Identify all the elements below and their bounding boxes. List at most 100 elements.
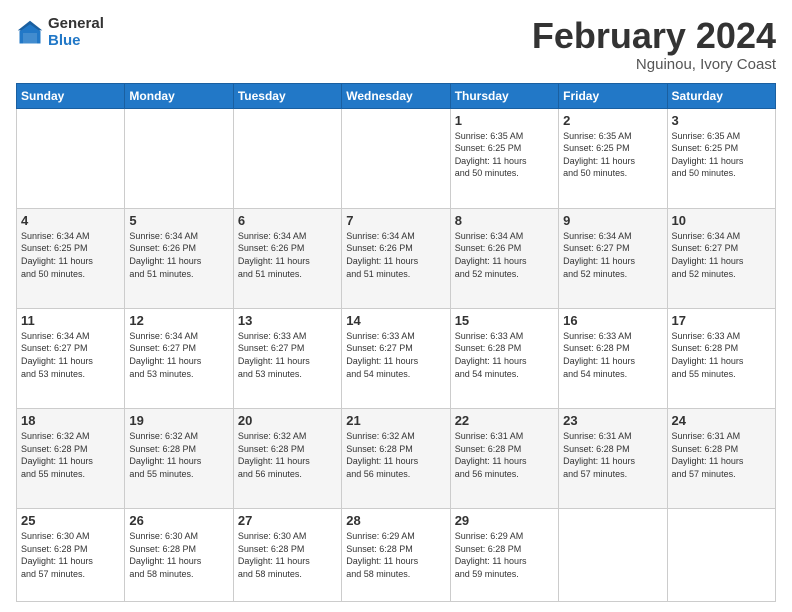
day-info: Sunrise: 6:31 AM Sunset: 6:28 PM Dayligh…	[672, 430, 771, 480]
day-number: 5	[129, 213, 228, 228]
day-info: Sunrise: 6:34 AM Sunset: 6:27 PM Dayligh…	[129, 330, 228, 380]
day-info: Sunrise: 6:33 AM Sunset: 6:27 PM Dayligh…	[238, 330, 337, 380]
day-number: 2	[563, 113, 662, 128]
calendar-cell: 11Sunrise: 6:34 AM Sunset: 6:27 PM Dayli…	[17, 308, 125, 408]
col-header-saturday: Saturday	[667, 83, 775, 108]
day-number: 27	[238, 513, 337, 528]
logo-blue: Blue	[48, 33, 104, 50]
day-info: Sunrise: 6:34 AM Sunset: 6:26 PM Dayligh…	[238, 230, 337, 280]
calendar-cell: 5 Sunrise: 6:34 AM Sunset: 6:26 PM Daylig…	[125, 208, 233, 308]
header: General Blue February 2024 Nguinou, Ivor…	[16, 16, 776, 73]
day-info: Sunrise: 6:29 AM Sunset: 6:28 PM Dayligh…	[455, 530, 554, 580]
day-info: Sunrise: 6:33 AM Sunset: 6:28 PM Dayligh…	[563, 330, 662, 380]
day-info: Sunrise: 6:34 AM Sunset: 6:27 PM Dayligh…	[672, 230, 771, 280]
day-number: 12	[129, 313, 228, 328]
day-number: 18	[21, 413, 120, 428]
calendar-cell: 18 Sunrise: 6:32 AM Sunset: 6:28 PM Dayli…	[17, 409, 125, 509]
day-number: 7	[346, 213, 445, 228]
day-number: 14	[346, 313, 445, 328]
calendar-cell: 24Sunrise: 6:31 AM Sunset: 6:28 PM Dayli…	[667, 409, 775, 509]
day-info: Sunrise: 6:31 AM Sunset: 6:28 PM Dayligh…	[455, 430, 554, 480]
calendar-cell: 8 Sunrise: 6:34 AM Sunset: 6:26 PM Daylig…	[450, 208, 558, 308]
logo-general: General	[48, 16, 104, 33]
calendar-row-0: 1Sunrise: 6:35 AM Sunset: 6:25 PM Daylig…	[17, 108, 776, 208]
day-info: Sunrise: 6:33 AM Sunset: 6:27 PM Dayligh…	[346, 330, 445, 380]
day-info: Sunrise: 6:34 AM Sunset: 6:26 PM Dayligh…	[455, 230, 554, 280]
calendar-table: SundayMondayTuesdayWednesdayThursdayFrid…	[16, 83, 776, 602]
calendar-cell: 29Sunrise: 6:29 AM Sunset: 6:28 PM Dayli…	[450, 509, 558, 602]
calendar-header-row: SundayMondayTuesdayWednesdayThursdayFrid…	[17, 83, 776, 108]
day-number: 21	[346, 413, 445, 428]
calendar-cell: 26Sunrise: 6:30 AM Sunset: 6:28 PM Dayli…	[125, 509, 233, 602]
day-info: Sunrise: 6:32 AM Sunset: 6:28 PM Dayligh…	[21, 430, 120, 480]
calendar-cell: 9 Sunrise: 6:34 AM Sunset: 6:27 PM Daylig…	[559, 208, 667, 308]
day-info: Sunrise: 6:34 AM Sunset: 6:25 PM Dayligh…	[21, 230, 120, 280]
logo-icon	[16, 19, 44, 47]
calendar-cell	[17, 108, 125, 208]
calendar-cell: 15 Sunrise: 6:33 AM Sunset: 6:28 PM Dayli…	[450, 308, 558, 408]
day-number: 23	[563, 413, 662, 428]
calendar-cell: 21 Sunrise: 6:32 AM Sunset: 6:28 PM Dayli…	[342, 409, 450, 509]
calendar-cell: 16 Sunrise: 6:33 AM Sunset: 6:28 PM Dayli…	[559, 308, 667, 408]
day-info: Sunrise: 6:32 AM Sunset: 6:28 PM Dayligh…	[129, 430, 228, 480]
calendar-cell: 17Sunrise: 6:33 AM Sunset: 6:28 PM Dayli…	[667, 308, 775, 408]
day-number: 9	[563, 213, 662, 228]
location: Nguinou, Ivory Coast	[532, 56, 776, 73]
calendar-cell: 23 Sunrise: 6:31 AM Sunset: 6:28 PM Dayli…	[559, 409, 667, 509]
calendar-cell: 7 Sunrise: 6:34 AM Sunset: 6:26 PM Daylig…	[342, 208, 450, 308]
day-info: Sunrise: 6:30 AM Sunset: 6:28 PM Dayligh…	[238, 530, 337, 580]
calendar-row-2: 11 Sunrise: 6:34 AM Sunset: 6:27 PM Dayli…	[17, 308, 776, 408]
day-info: Sunrise: 6:34 AM Sunset: 6:26 PM Dayligh…	[129, 230, 228, 280]
col-header-thursday: Thursday	[450, 83, 558, 108]
calendar-cell: 1Sunrise: 6:35 AM Sunset: 6:25 PM Daylig…	[450, 108, 558, 208]
day-number: 19	[129, 413, 228, 428]
day-info: Sunrise: 6:30 AM Sunset: 6:28 PM Dayligh…	[21, 530, 120, 580]
logo-text: General Blue	[48, 16, 104, 49]
month-title: February 2024	[532, 16, 776, 56]
day-number: 20	[238, 413, 337, 428]
calendar-cell: 22 Sunrise: 6:31 AM Sunset: 6:28 PM Dayli…	[450, 409, 558, 509]
day-number: 8	[455, 213, 554, 228]
day-number: 16	[563, 313, 662, 328]
calendar-cell: 25 Sunrise: 6:30 AM Sunset: 6:28 PM Dayli…	[17, 509, 125, 602]
calendar-cell: 20 Sunrise: 6:32 AM Sunset: 6:28 PM Dayli…	[233, 409, 341, 509]
calendar-cell: 2Sunrise: 6:35 AM Sunset: 6:25 PM Daylig…	[559, 108, 667, 208]
col-header-sunday: Sunday	[17, 83, 125, 108]
day-info: Sunrise: 6:33 AM Sunset: 6:28 PM Dayligh…	[672, 330, 771, 380]
day-info: Sunrise: 6:32 AM Sunset: 6:28 PM Dayligh…	[346, 430, 445, 480]
day-info: Sunrise: 6:34 AM Sunset: 6:27 PM Dayligh…	[563, 230, 662, 280]
calendar-cell: 28Sunrise: 6:29 AM Sunset: 6:28 PM Dayli…	[342, 509, 450, 602]
calendar-cell: 27 Sunrise: 6:30 AM Sunset: 6:28 PM Dayli…	[233, 509, 341, 602]
day-info: Sunrise: 6:29 AM Sunset: 6:28 PM Dayligh…	[346, 530, 445, 580]
day-info: Sunrise: 6:33 AM Sunset: 6:28 PM Dayligh…	[455, 330, 554, 380]
title-block: February 2024 Nguinou, Ivory Coast	[532, 16, 776, 73]
page: General Blue February 2024 Nguinou, Ivor…	[0, 0, 792, 612]
day-info: Sunrise: 6:31 AM Sunset: 6:28 PM Dayligh…	[563, 430, 662, 480]
day-number: 15	[455, 313, 554, 328]
calendar-cell: 4Sunrise: 6:34 AM Sunset: 6:25 PM Daylig…	[17, 208, 125, 308]
col-header-wednesday: Wednesday	[342, 83, 450, 108]
col-header-friday: Friday	[559, 83, 667, 108]
day-number: 3	[672, 113, 771, 128]
logo: General Blue	[16, 16, 104, 49]
col-header-monday: Monday	[125, 83, 233, 108]
calendar-cell: 6 Sunrise: 6:34 AM Sunset: 6:26 PM Daylig…	[233, 208, 341, 308]
day-number: 1	[455, 113, 554, 128]
calendar-row-4: 25 Sunrise: 6:30 AM Sunset: 6:28 PM Dayli…	[17, 509, 776, 602]
calendar-cell	[342, 108, 450, 208]
day-number: 6	[238, 213, 337, 228]
calendar-cell: 12 Sunrise: 6:34 AM Sunset: 6:27 PM Dayli…	[125, 308, 233, 408]
calendar-cell: 10 Sunrise: 6:34 AM Sunset: 6:27 PM Dayli…	[667, 208, 775, 308]
day-info: Sunrise: 6:34 AM Sunset: 6:26 PM Dayligh…	[346, 230, 445, 280]
day-number: 11	[21, 313, 120, 328]
day-number: 22	[455, 413, 554, 428]
calendar-cell	[233, 108, 341, 208]
day-number: 25	[21, 513, 120, 528]
calendar-cell: 3Sunrise: 6:35 AM Sunset: 6:25 PM Daylig…	[667, 108, 775, 208]
calendar-row-1: 4Sunrise: 6:34 AM Sunset: 6:25 PM Daylig…	[17, 208, 776, 308]
day-number: 10	[672, 213, 771, 228]
calendar-cell: 13Sunrise: 6:33 AM Sunset: 6:27 PM Dayli…	[233, 308, 341, 408]
day-info: Sunrise: 6:32 AM Sunset: 6:28 PM Dayligh…	[238, 430, 337, 480]
calendar-row-3: 18 Sunrise: 6:32 AM Sunset: 6:28 PM Dayli…	[17, 409, 776, 509]
calendar-cell: 14 Sunrise: 6:33 AM Sunset: 6:27 PM Dayli…	[342, 308, 450, 408]
